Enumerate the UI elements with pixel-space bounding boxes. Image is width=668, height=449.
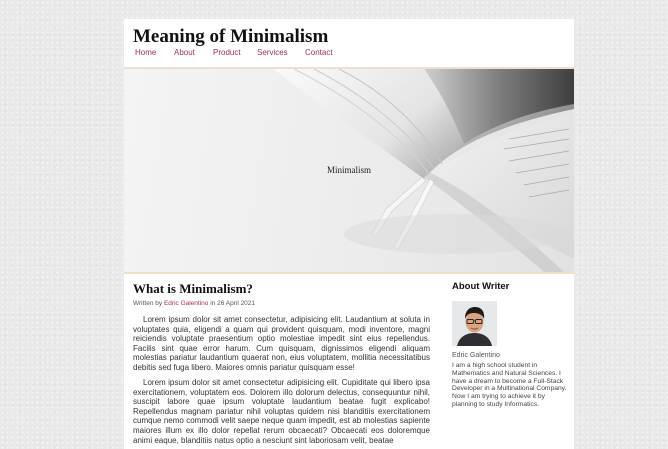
hero-caption: Minimalism xyxy=(327,165,372,175)
article-byline: Written by Edric Galentino in 26 April 2… xyxy=(133,300,430,307)
nav-contact-link[interactable]: Contact xyxy=(305,48,333,57)
article: What is Minimalism? Written by Edric Gal… xyxy=(133,281,430,445)
nav-home-link[interactable]: Home xyxy=(135,48,156,57)
about-writer-heading: About Writer xyxy=(452,281,510,292)
writer-avatar xyxy=(452,301,497,346)
site-title: Meaning of Minimalism xyxy=(133,26,329,47)
nav-services-link[interactable]: Services xyxy=(257,48,288,57)
byline-date: in 26 April 2021 xyxy=(208,300,256,307)
hero-divider xyxy=(124,272,574,274)
hero-image: Minimalism xyxy=(124,69,574,272)
page-container: Meaning of Minimalism Home About Product… xyxy=(124,19,574,449)
article-title: What is Minimalism? xyxy=(133,281,253,296)
byline-prefix: Written by xyxy=(133,300,164,307)
nav-about-link[interactable]: About xyxy=(174,48,195,57)
article-paragraph: Lorem ipsum dolor sit amet consectetur a… xyxy=(133,378,430,445)
writer-portrait xyxy=(452,301,497,346)
writer-bio: I am a high school student in Mathematic… xyxy=(452,362,567,408)
article-paragraph: Lorem ipsum dolor sit amet consectetur, … xyxy=(133,315,430,372)
author-link[interactable]: Edric Galentino xyxy=(164,300,208,307)
nav-product-link[interactable]: Product xyxy=(213,48,241,57)
writer-name: Edric Galentino xyxy=(452,352,500,359)
about-writer-sidebar: About Writer Edric Galentino I am a high… xyxy=(452,281,570,408)
